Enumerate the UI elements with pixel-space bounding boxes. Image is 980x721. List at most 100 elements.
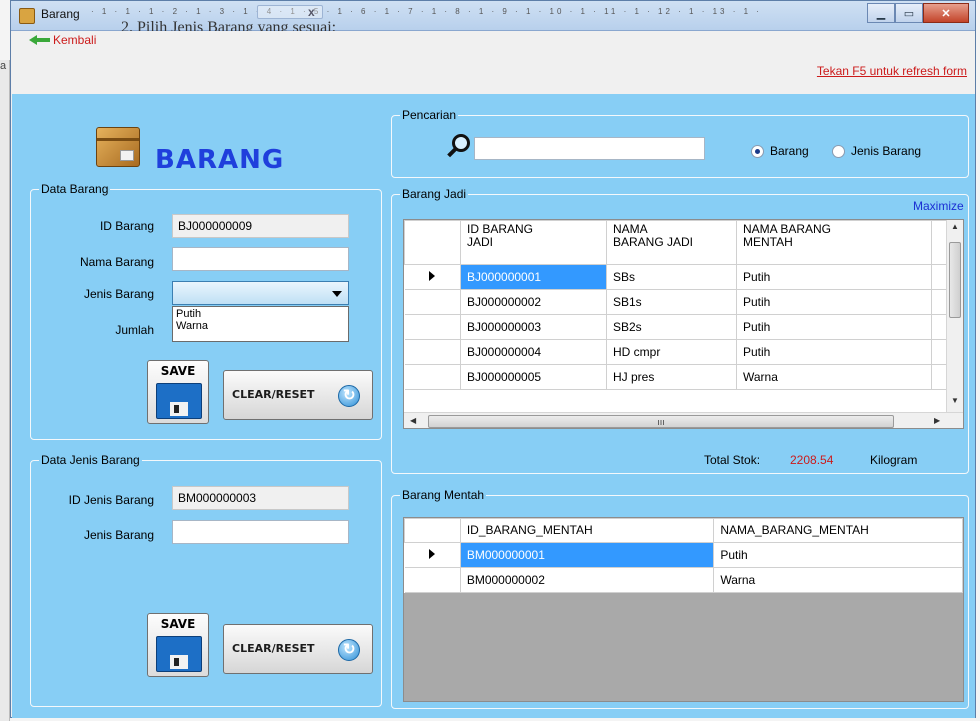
cell-nama[interactable]: HD cmpr: [606, 339, 737, 365]
nama-barang-label: Nama Barang: [79, 255, 154, 269]
cell-id[interactable]: BM000000001: [459, 542, 715, 568]
table-row[interactable]: BM000000001 Putih: [404, 542, 963, 568]
window-controls: ▁ ▭ ✕: [867, 3, 969, 25]
radio-jenis-barang-dot: [832, 144, 845, 158]
app-icon: [19, 8, 35, 24]
column-header-nama-barang-mentah[interactable]: NAMA_BARANG_MENTAH: [713, 518, 963, 543]
cell-id[interactable]: BJ000000001: [460, 264, 607, 290]
dropdown-option-putih[interactable]: Putih: [176, 308, 345, 320]
barang-mentah-grid[interactable]: ID_BARANG_MENTAH NAMA_BARANG_MENTAH BM00…: [403, 517, 964, 702]
barang-jadi-vertical-scrollbar[interactable]: ▲ ▼: [946, 220, 963, 412]
table-row[interactable]: BJ000000004 HD cmpr Putih: [404, 339, 948, 365]
nama-barang-input[interactable]: [172, 247, 349, 271]
cell-id[interactable]: BJ000000004: [460, 339, 607, 365]
table-row[interactable]: BJ000000001 SBs Putih: [404, 264, 948, 290]
search-input[interactable]: [474, 137, 705, 160]
clear-reset-barang-label: CLEAR/RESET: [232, 388, 315, 401]
data-jenis-barang-group-title: Data Jenis Barang: [39, 453, 142, 467]
save-barang-label: SAVE: [160, 364, 196, 378]
total-stok-unit: Kilogram: [870, 453, 918, 467]
row-header: [404, 542, 461, 568]
radio-jenis-barang[interactable]: Jenis Barang: [832, 144, 921, 158]
cell-id[interactable]: BM000000002: [459, 567, 715, 593]
back-link[interactable]: Kembali: [29, 33, 96, 47]
column-header-nama-barang-mentah[interactable]: NAMA BARANG MENTAH: [736, 220, 932, 265]
cell-mentah[interactable]: Putih: [736, 339, 932, 365]
total-stok-label: Total Stok:: [704, 453, 761, 467]
cell-nama[interactable]: Warna: [713, 567, 963, 593]
minimize-button[interactable]: ▁: [867, 3, 895, 23]
back-link-label: Kembali: [53, 33, 97, 47]
radio-barang-label: Barang: [770, 144, 809, 158]
table-row[interactable]: BJ000000002 SB1s Putih: [404, 289, 948, 315]
clear-reset-jenis-label: CLEAR/RESET: [232, 642, 315, 655]
barang-jadi-header-row: ID BARANG JADI NAMA BARANG JADI NAMA BAR…: [404, 220, 948, 265]
jenis-barang-name-label: Jenis Barang: [83, 528, 154, 542]
column-header-id-barang-mentah[interactable]: ID_BARANG_MENTAH: [459, 518, 715, 543]
table-row[interactable]: BJ000000003 SB2s Putih: [404, 314, 948, 340]
cell-mentah[interactable]: Warna: [736, 364, 932, 390]
cell-mentah[interactable]: Putih: [736, 314, 932, 340]
refresh-icon: [338, 385, 360, 407]
radio-jenis-barang-label: Jenis Barang: [851, 144, 922, 158]
background-margin-mark: a: [0, 60, 7, 72]
dropdown-option-warna[interactable]: Warna: [176, 320, 345, 332]
maximize-link[interactable]: Maximize: [913, 199, 964, 213]
refresh-icon: [338, 639, 360, 661]
background-left-margin: [0, 60, 10, 721]
row-header: [404, 364, 461, 390]
back-arrow-icon: [29, 35, 51, 45]
restore-button[interactable]: ▭: [895, 3, 923, 23]
radio-barang[interactable]: Barang: [751, 144, 809, 158]
table-row[interactable]: BM000000002 Warna: [404, 567, 963, 593]
barang-window: · 1 · 1 · 1 · 2 · 1 · 3 · 1 · 4 · 1 · 5 …: [10, 0, 976, 718]
save-jenis-button[interactable]: SAVE: [147, 613, 209, 677]
id-barang-label: ID Barang: [99, 219, 154, 233]
jumlah-label: Jumlah: [115, 323, 154, 337]
cell-mentah[interactable]: Putih: [736, 264, 932, 290]
barang-jadi-group-title: Barang Jadi: [400, 187, 469, 201]
cell-nama[interactable]: Putih: [713, 542, 963, 568]
barang-jadi-grid[interactable]: ID BARANG JADI NAMA BARANG JADI NAMA BAR…: [403, 219, 964, 429]
vertical-scroll-thumb[interactable]: [949, 242, 961, 318]
cell-id[interactable]: BJ000000003: [460, 314, 607, 340]
barang-mentah-group-title: Barang Mentah: [400, 488, 487, 502]
barang-jadi-table: ID BARANG JADI NAMA BARANG JADI NAMA BAR…: [404, 220, 948, 390]
row-header-corner: [404, 220, 461, 265]
floppy-disk-icon: [156, 383, 202, 419]
clear-reset-jenis-button[interactable]: CLEAR/RESET: [223, 624, 373, 674]
current-row-indicator-icon: [429, 271, 436, 281]
cell-nama[interactable]: SB1s: [606, 289, 737, 315]
barang-mentah-table: ID_BARANG_MENTAH NAMA_BARANG_MENTAH BM00…: [404, 518, 963, 593]
cell-nama[interactable]: SBs: [606, 264, 737, 290]
cell-id[interactable]: BJ000000005: [460, 364, 607, 390]
barang-mentah-header-row: ID_BARANG_MENTAH NAMA_BARANG_MENTAH: [404, 518, 963, 543]
jenis-barang-select[interactable]: [172, 281, 349, 305]
clear-reset-barang-button[interactable]: CLEAR/RESET: [223, 370, 373, 420]
row-header: [404, 264, 461, 290]
barang-jadi-horizontal-scrollbar[interactable]: ◀ ııı ▶: [404, 412, 963, 428]
radio-barang-dot: [751, 144, 764, 158]
table-row[interactable]: BJ000000005 HJ pres Warna: [404, 364, 948, 390]
cell-nama[interactable]: HJ pres: [606, 364, 737, 390]
row-header: [404, 289, 461, 315]
row-header: [404, 314, 461, 340]
search-icon: [444, 133, 474, 161]
refresh-hint-link[interactable]: Tekan F5 untuk refresh form: [817, 64, 967, 78]
box-icon: [96, 127, 140, 167]
cell-nama[interactable]: SB2s: [606, 314, 737, 340]
close-button[interactable]: ✕: [923, 3, 969, 23]
jenis-barang-name-input[interactable]: [172, 520, 349, 544]
column-header-id-barang-jadi[interactable]: ID BARANG JADI: [460, 220, 607, 265]
cell-mentah[interactable]: Putih: [736, 289, 932, 315]
id-jenis-barang-field[interactable]: BM000000003: [172, 486, 349, 510]
id-barang-field[interactable]: BJ000000009: [172, 214, 349, 238]
save-barang-button[interactable]: SAVE: [147, 360, 209, 424]
column-header-nama-barang-jadi[interactable]: NAMA BARANG JADI: [606, 220, 737, 265]
background-ruler: · 1 · 1 · 1 · 2 · 1 · 3 · 1 · 4 · 1 · 5 …: [91, 7, 762, 16]
main-panel: BARANG Data Barang ID Barang BJ000000009…: [12, 94, 975, 718]
save-jenis-label: SAVE: [160, 617, 196, 631]
horizontal-scroll-thumb[interactable]: ııı: [428, 415, 894, 428]
cell-id[interactable]: BJ000000002: [460, 289, 607, 315]
title-bar[interactable]: · 1 · 1 · 1 · 2 · 1 · 3 · 1 · 4 · 1 · 5 …: [11, 1, 975, 36]
